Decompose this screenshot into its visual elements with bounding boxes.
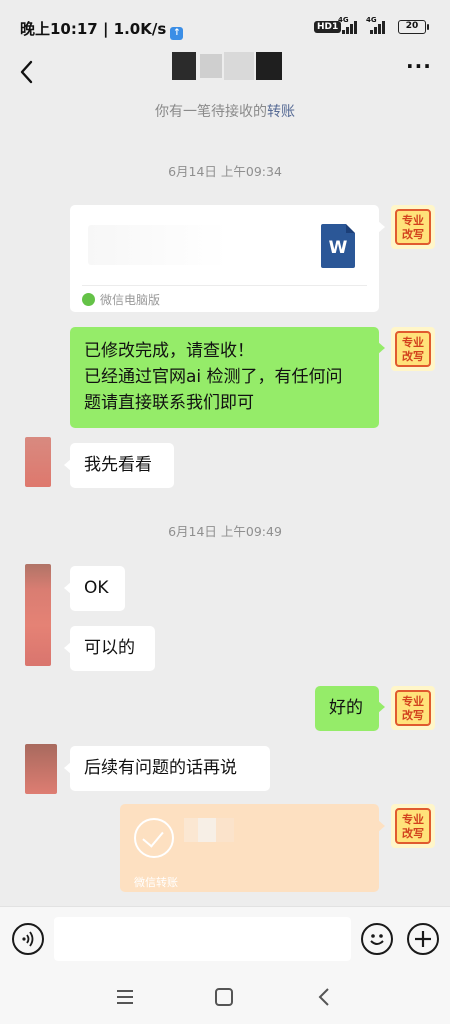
avatar[interactable]: 专业 改写 — [391, 205, 435, 249]
wechat-pc-icon — [82, 293, 95, 306]
avatar-seal: 专业 改写 — [395, 808, 431, 844]
back-icon[interactable] — [314, 986, 334, 1008]
file-source-label: 微信电脑版 — [100, 293, 161, 307]
file-source: 微信电脑版 — [82, 291, 160, 308]
avatar-redacted[interactable] — [25, 437, 51, 487]
word-document-icon: W — [321, 224, 355, 268]
upload-icon: ↑ — [170, 27, 184, 40]
timestamp: 6月14日 上午09:34 — [168, 164, 282, 179]
timestamp: 6月14日 上午09:49 — [168, 524, 282, 539]
message-text: 已修改完成，请查收！ — [84, 341, 254, 361]
avatar[interactable]: 专业 改写 — [391, 327, 435, 371]
battery-icon: 20 — [398, 20, 429, 34]
message-input[interactable] — [54, 917, 351, 961]
system-navigation — [0, 970, 450, 1024]
message-text: 后续有问题的话再说 — [84, 758, 237, 778]
message-bubble-incoming[interactable]: 可以的 — [64, 626, 155, 671]
message-bubble-incoming[interactable]: OK — [64, 566, 125, 611]
pending-transfer-tip: 你有一笔待接收的转账 — [0, 101, 450, 121]
avatar-seal: 专业 改写 — [395, 331, 431, 367]
message-bubble-outgoing[interactable]: 已修改完成，请查收！ 已经通过官网ai 检测了，有任何问 题请直接联系我们即可 — [70, 327, 385, 428]
avatar-seal: 专业 改写 — [395, 690, 431, 726]
message-text: 已经通过官网ai 检测了，有任何问 — [84, 367, 343, 387]
home-icon[interactable] — [215, 988, 233, 1006]
transfer-link[interactable]: 转账 — [267, 104, 295, 120]
chat-header: ··· — [0, 52, 450, 92]
divider — [82, 285, 367, 286]
emoji-icon[interactable] — [361, 923, 393, 955]
message-text: 好的 — [329, 698, 363, 718]
message-bubble-incoming[interactable]: 后续有问题的话再说 — [64, 746, 270, 791]
avatar-redacted[interactable] — [25, 744, 57, 794]
avatar[interactable]: 专业 改写 — [391, 804, 435, 848]
more-horizontal-icon[interactable]: ··· — [406, 56, 432, 80]
amount-redacted — [184, 818, 234, 842]
chevron-left-icon[interactable] — [14, 57, 42, 87]
message-bubble-outgoing[interactable]: 好的 — [315, 686, 385, 731]
menu-icon[interactable] — [115, 989, 135, 1005]
avatar[interactable]: 专业 改写 — [391, 686, 435, 730]
message-text: OK — [84, 578, 109, 598]
voice-icon[interactable] — [12, 923, 44, 955]
avatar-redacted[interactable] — [25, 564, 51, 666]
status-bar: 晚上10:17 | 1.0K/s ↑ HD1 4G 4G 20 — [0, 0, 450, 52]
message-text: 我先看看 — [84, 455, 152, 475]
avatar-seal: 专业 改写 — [395, 209, 431, 245]
message-bubble-incoming[interactable]: 我先看看 — [64, 443, 174, 488]
chat-title-redacted — [160, 52, 285, 80]
file-name-redacted — [88, 225, 288, 265]
status-time: 晚上10:17 | 1.0K/s ↑ — [20, 18, 184, 40]
transfer-label: 微信转账 — [134, 876, 178, 889]
signal-icon: 4G — [338, 16, 362, 34]
signal-icon: 4G — [366, 16, 390, 34]
input-bar — [0, 906, 450, 970]
plus-icon[interactable] — [407, 923, 439, 955]
file-message[interactable]: W 微信电脑版 — [70, 205, 385, 312]
transfer-message[interactable]: 微信转账 — [120, 804, 385, 892]
message-text: 可以的 — [84, 638, 135, 658]
message-text: 题请直接联系我们即可 — [84, 393, 254, 413]
tip-text: 你有一笔待接收的 — [155, 104, 267, 120]
check-circle-icon — [134, 818, 174, 858]
